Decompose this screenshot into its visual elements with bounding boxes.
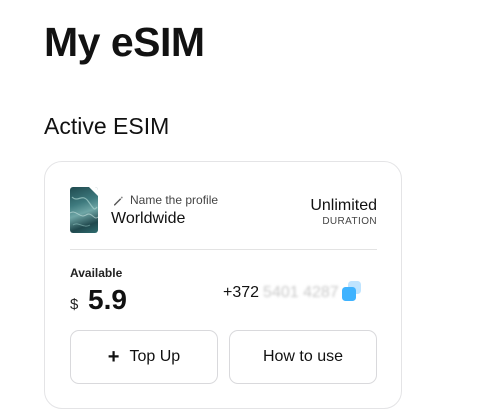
sim-card-image — [70, 187, 98, 233]
section-title-active-esim: Active ESIM — [44, 113, 170, 139]
how-to-use-button[interactable]: How to use — [229, 330, 377, 384]
phone-number: +372 5401 4287 — [223, 280, 363, 304]
balance-amount: 5.9 — [88, 284, 127, 315]
my-esim-page: My eSIM Active ESIM Name the profile Wor… — [0, 0, 490, 414]
duration-value: Unlimited — [310, 197, 377, 214]
name-profile-button[interactable]: Name the profile — [112, 193, 218, 207]
divider — [70, 249, 377, 250]
top-up-label: Top Up — [129, 348, 181, 365]
page-title: My eSIM — [44, 19, 205, 65]
active-esim-card: Name the profile Worldwide Unlimited DUR… — [44, 161, 402, 409]
profile-name: Worldwide — [111, 210, 186, 227]
name-profile-hint: Name the profile — [130, 193, 219, 207]
plus-icon: + — [107, 346, 120, 368]
copy-icon[interactable] — [341, 280, 363, 302]
phone-masked-digits: 5401 4287 — [263, 284, 339, 301]
how-to-use-label: How to use — [262, 348, 344, 365]
currency-symbol: $ — [70, 296, 79, 313]
pencil-icon[interactable] — [112, 194, 124, 206]
phone-prefix: +372 — [223, 284, 260, 301]
top-up-button[interactable]: + Top Up — [70, 330, 218, 384]
available-label: Available — [70, 266, 123, 280]
duration-label: DURATION — [322, 216, 377, 227]
